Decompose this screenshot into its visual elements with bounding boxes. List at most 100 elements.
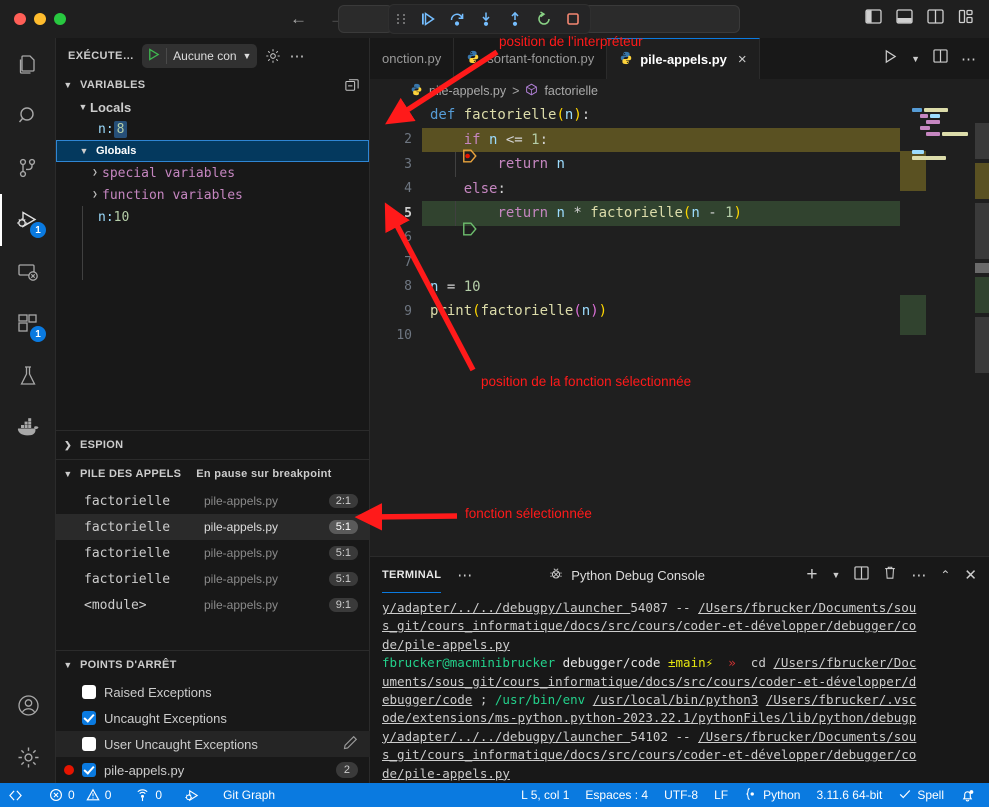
minimap[interactable] (900, 103, 989, 573)
trash-icon[interactable] (883, 565, 897, 585)
chevron-down-icon[interactable]: ▼ (911, 54, 920, 64)
debug-status-icon[interactable] (176, 783, 209, 807)
section-breakpoints-header[interactable]: ▼ POINTS D'ARRÊT (56, 651, 370, 679)
toggle-secondary-sidebar-icon[interactable] (927, 9, 944, 29)
command-center-left[interactable] (338, 5, 393, 33)
sidebar-item-testing[interactable] (0, 350, 56, 402)
section-watch-header[interactable]: ❯ ESPION (56, 431, 370, 459)
remote-indicator[interactable] (0, 783, 31, 807)
debug-settings-gear-icon[interactable] (265, 48, 281, 64)
split-terminal-icon[interactable] (854, 566, 869, 585)
minimap-scrollbar[interactable] (975, 103, 989, 573)
table-row[interactable]: <module> pile-appels.py 9:1 (56, 592, 370, 618)
close-window-button[interactable] (14, 13, 26, 25)
code-line[interactable]: 10 (370, 324, 989, 349)
add-icon[interactable]: + (806, 568, 817, 582)
sidebar-item-remote-explorer[interactable] (0, 246, 56, 298)
start-debug-icon[interactable] (147, 48, 160, 64)
customize-layout-icon[interactable] (958, 9, 975, 29)
back-arrow-icon[interactable]: ← (290, 8, 307, 30)
section-callstack-header[interactable]: ▼ PILE DES APPELS En pause sur breakpoin… (56, 460, 370, 488)
encoding-setting[interactable]: UTF-8 (656, 783, 706, 807)
close-icon[interactable]: × (738, 51, 747, 68)
more-actions-icon[interactable]: ⋯ (961, 50, 976, 68)
table-row[interactable]: factorielle pile-appels.py 5:1 (56, 540, 370, 566)
code-line-breakpoint[interactable]: 2 if n <= 1: (370, 128, 989, 153)
breadcrumb[interactable]: pile-appels.py > factorielle (370, 79, 989, 103)
collapse-all-icon[interactable] (345, 78, 359, 92)
section-variables-header[interactable]: ▼ VARIABLES (56, 74, 369, 96)
toggle-primary-sidebar-icon[interactable] (865, 9, 882, 29)
chevron-down-icon[interactable]: ▼ (831, 570, 840, 580)
layout-controls[interactable] (865, 9, 975, 29)
maximize-window-button[interactable] (54, 13, 66, 25)
continue-button[interactable] (419, 10, 437, 28)
edit-pencil-icon[interactable] (343, 735, 358, 753)
panel-more-icon[interactable]: ⋯ (457, 566, 472, 584)
split-editor-icon[interactable] (933, 49, 948, 68)
step-over-button[interactable] (448, 10, 466, 28)
list-item[interactable]: Raised Exceptions (56, 679, 370, 705)
settings-gear-button[interactable] (0, 731, 56, 783)
chevron-up-icon[interactable]: ⌃ (940, 568, 950, 582)
sidebar-item-explorer[interactable] (0, 38, 56, 90)
breadcrumb-file[interactable]: pile-appels.py (429, 84, 506, 98)
indentation-setting[interactable]: Espaces : 4 (577, 783, 656, 807)
code-line[interactable]: 1 def factorielle(n): (370, 103, 989, 128)
list-item[interactable]: User Uncaught Exceptions (56, 731, 370, 757)
code-line[interactable]: 9 print(factorielle(n)) (370, 299, 989, 324)
breakpoint-checkbox[interactable] (82, 685, 96, 699)
sidebar-item-source-control[interactable] (0, 142, 56, 194)
ports-forwarded[interactable]: 0 (127, 783, 170, 807)
variables-group-locals[interactable]: ▼ Locals (56, 96, 369, 118)
code-line[interactable]: 8 n = 10 (370, 275, 989, 300)
language-mode[interactable]: Python (736, 783, 808, 807)
breakpoint-checkbox[interactable] (82, 737, 96, 751)
run-icon[interactable] (883, 49, 898, 69)
step-into-button[interactable] (477, 10, 495, 28)
cursor-position[interactable]: L 5, col 1 (513, 783, 577, 807)
restart-button[interactable] (535, 10, 553, 28)
minimize-window-button[interactable] (34, 13, 46, 25)
sidebar-item-docker[interactable] (0, 402, 56, 454)
debug-toolbar[interactable] (388, 4, 591, 34)
sidebar-item-extensions[interactable]: 1 (0, 298, 56, 350)
breakpoint-checkbox[interactable] (82, 711, 96, 725)
sidebar-more-actions-icon[interactable]: ⋯ (289, 47, 305, 65)
drag-handle-icon[interactable] (397, 14, 406, 24)
terminal-output[interactable]: y/adapter/../../debugpy/launcher 54087 -… (370, 593, 989, 801)
list-item[interactable]: pile-appels.py 2 (56, 757, 370, 783)
accounts-button[interactable] (0, 679, 56, 731)
stop-button[interactable] (564, 10, 582, 28)
step-out-button[interactable] (506, 10, 524, 28)
toggle-panel-icon[interactable] (896, 9, 913, 29)
spell-checker[interactable]: Spell (890, 783, 952, 807)
code-line[interactable]: 3 return n (370, 152, 989, 177)
breadcrumb-symbol[interactable]: factorielle (544, 84, 598, 98)
sidebar-item-search[interactable] (0, 90, 56, 142)
code-line-current-frame[interactable]: 5 return n * factorielle(n - 1) (370, 201, 989, 226)
python-interpreter[interactable]: 3.11.6 64-bit (808, 783, 890, 807)
more-actions-icon[interactable]: ⋯ (911, 566, 926, 584)
code-line[interactable]: 6 (370, 226, 989, 251)
code-editor[interactable]: 1 def factorielle(n): 2 if n <= 1: 3 ret… (370, 103, 989, 573)
chevron-right-icon[interactable]: ❯ (88, 168, 102, 178)
sidebar-item-run-and-debug[interactable]: 1 (0, 194, 56, 246)
problems-errors[interactable]: 0 0 (41, 783, 119, 807)
close-icon[interactable]: ✕ (964, 566, 977, 584)
table-row[interactable]: factorielle pile-appels.py 5:1 (56, 514, 370, 540)
command-center-right[interactable] (578, 5, 740, 33)
table-row[interactable]: factorielle pile-appels.py 2:1 (56, 488, 370, 514)
variable-row-function[interactable]: ❯ function variables (56, 184, 369, 206)
code-line[interactable]: 4 else: (370, 177, 989, 202)
chevron-right-icon[interactable]: ❯ (88, 190, 102, 200)
table-row[interactable]: factorielle pile-appels.py 5:1 (56, 566, 370, 592)
breakpoint-checkbox[interactable] (82, 763, 96, 777)
debug-config-dropdown[interactable]: Aucune con ▼ (142, 44, 257, 68)
variable-row[interactable]: n: 8 (56, 118, 369, 140)
code-line[interactable]: 7 (370, 250, 989, 275)
terminal-name[interactable]: Python Debug Console (548, 566, 705, 585)
window-controls[interactable] (0, 13, 66, 25)
git-graph-button[interactable]: Git Graph (215, 783, 283, 807)
chevron-down-icon[interactable]: ▼ (243, 51, 252, 61)
